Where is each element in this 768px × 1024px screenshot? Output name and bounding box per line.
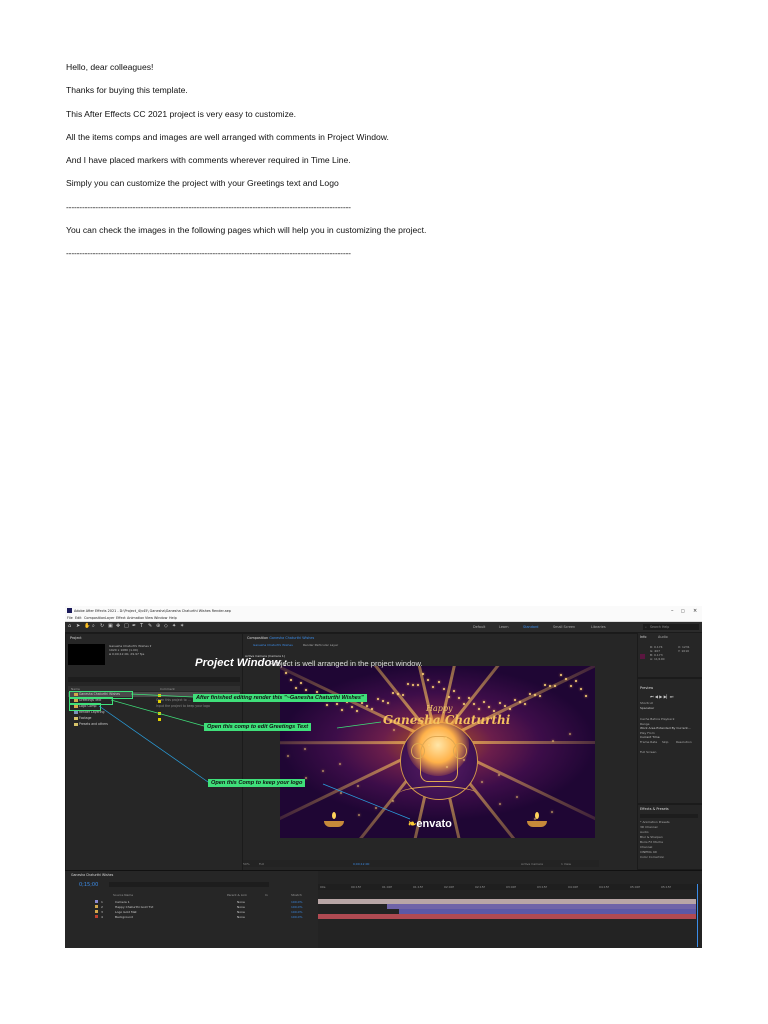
- document-body: Hello, dear colleagues! Thanks for buyin…: [66, 62, 706, 272]
- customize-line: This After Effects CC 2021 project is ve…: [66, 108, 297, 119]
- thanks-line: Thanks for buying this template.: [66, 85, 188, 96]
- annotation-lines: [98, 693, 411, 820]
- greeting-line: Hello, dear colleagues!: [66, 62, 154, 72]
- callout-logo-comp: Open this Comp to keep your logo: [208, 779, 306, 787]
- markers-line: And I have placed markers with comments …: [66, 155, 351, 166]
- callout-greetings-comp: Open this comp to edit Greetings Text: [204, 723, 312, 731]
- simply-line: Simply you can customize the project wit…: [66, 178, 339, 189]
- separator-line: ----------------------------------------…: [66, 248, 351, 259]
- separator-line: ----------------------------------------…: [66, 201, 351, 212]
- callout-render-comp: After finished editing render this "~Gan…: [193, 694, 367, 702]
- arranged-line: All the items comps and images are well …: [66, 131, 389, 142]
- check-images-line: You can check the images in the followin…: [66, 225, 427, 236]
- after-effects-screenshot: Adobe After Effects 2021 - D:\Project_4\…: [65, 606, 702, 948]
